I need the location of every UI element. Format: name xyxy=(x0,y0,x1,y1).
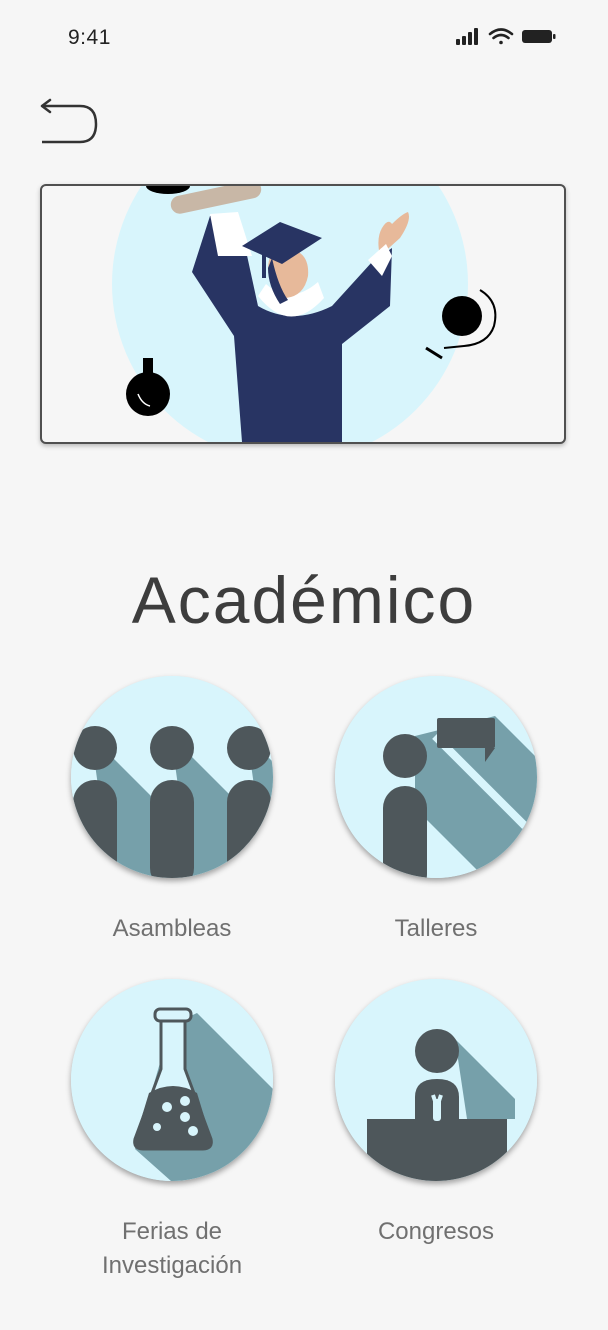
category-label: Talleres xyxy=(394,915,478,942)
wifi-icon xyxy=(488,28,514,45)
workshop-icon xyxy=(335,676,537,878)
assembly-icon xyxy=(71,676,273,878)
category-label: Ferias de Investigación xyxy=(101,1218,243,1279)
back-button[interactable] xyxy=(38,98,102,150)
category-asambleas[interactable]: Asambleas xyxy=(62,676,282,946)
category-talleres[interactable]: Talleres xyxy=(326,676,546,946)
category-label: Congresos xyxy=(377,1218,495,1245)
battery-icon xyxy=(522,30,556,43)
category-circle xyxy=(335,676,537,878)
category-circle xyxy=(71,676,273,878)
back-arrow-icon xyxy=(40,98,98,144)
flask-icon xyxy=(71,979,273,1181)
hero-banner xyxy=(40,184,566,444)
category-circle xyxy=(71,979,273,1181)
category-label: Asambleas xyxy=(112,915,232,942)
page-title: Académico xyxy=(131,563,477,638)
category-circle xyxy=(335,979,537,1181)
status-icons xyxy=(456,26,560,48)
podium-icon xyxy=(335,979,537,1181)
status-bar: 9:41 xyxy=(0,0,608,76)
category-ferias-de-investigacion[interactable]: Ferias de Investigación xyxy=(62,979,282,1283)
signal-icon xyxy=(456,28,478,45)
status-time: 9:41 xyxy=(68,26,111,49)
graduate-illustration xyxy=(112,186,497,442)
category-congresos[interactable]: Congresos xyxy=(326,979,546,1249)
